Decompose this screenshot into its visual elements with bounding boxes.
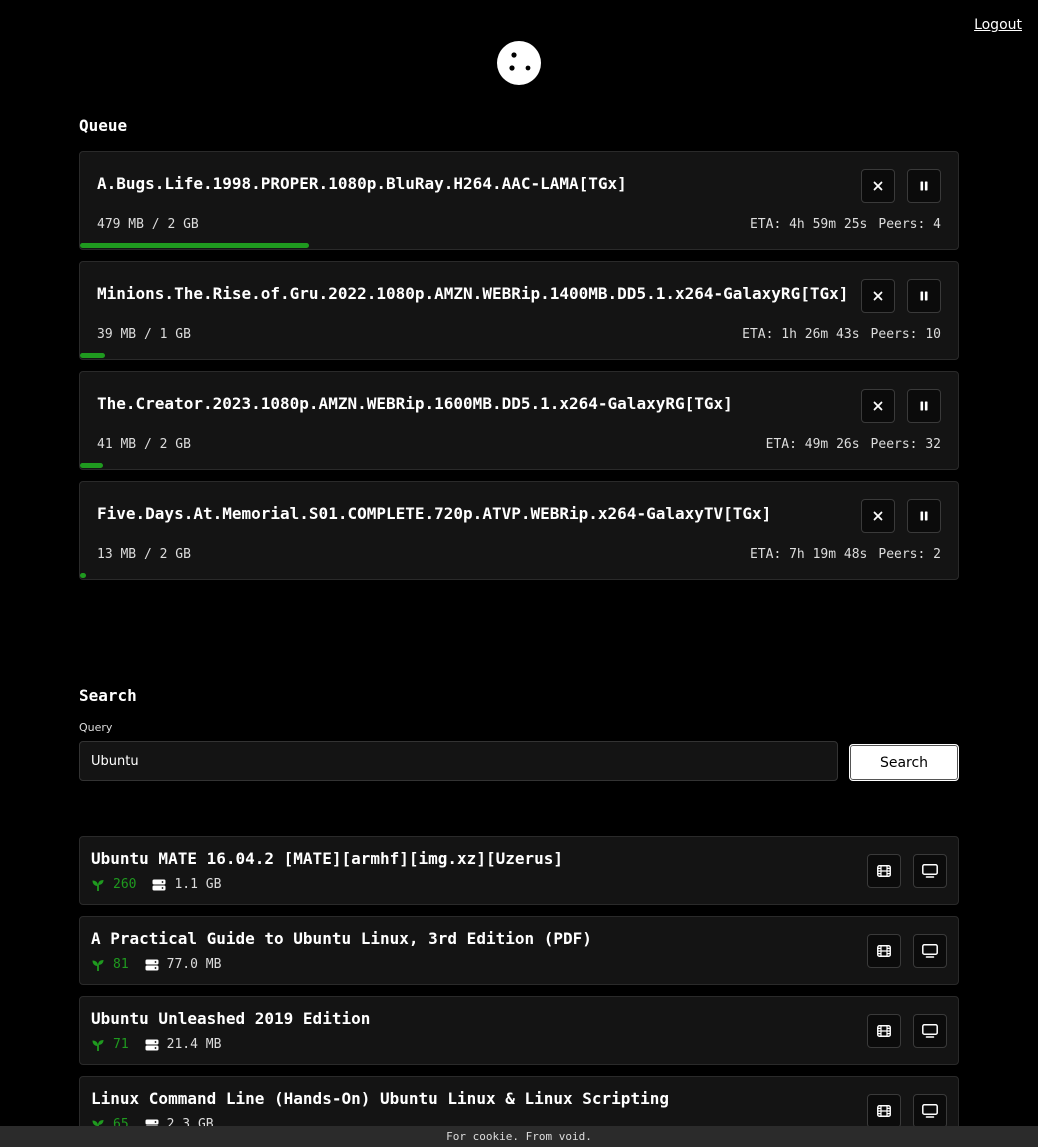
queue-item-size: 41 MB / 2 GB (97, 437, 191, 452)
queue-item-actions (861, 499, 941, 533)
monitor-icon (922, 1024, 938, 1038)
queue-item: Minions.The.Rise.of.Gru.2022.1080p.AMZN.… (79, 261, 959, 360)
monitor-icon (922, 944, 938, 958)
cancel-button[interactable] (861, 389, 895, 423)
progress-bar (80, 353, 105, 358)
queue-item: A.Bugs.Life.1998.PROPER.1080p.BluRay.H26… (79, 151, 959, 250)
result-size: 1.1 GB (174, 877, 222, 892)
footer: For cookie. From void. (0, 1126, 1038, 1147)
queue-item-stats: ETA: 1h 26m 43s Peers: 10 (742, 327, 941, 342)
add-movie-button[interactable] (867, 854, 901, 888)
add-movie-button[interactable] (867, 1094, 901, 1128)
film-icon (877, 865, 891, 877)
search-input[interactable] (79, 741, 838, 781)
queue-item-name: Minions.The.Rise.of.Gru.2022.1080p.AMZN.… (97, 284, 849, 303)
queue-item-eta: ETA: 7h 19m 48s (749, 547, 868, 562)
search-result: Ubuntu Unleashed 2019 Edition 71 21.4 MB (79, 996, 959, 1065)
queue-item-peers: Peers: 10 (870, 327, 941, 342)
close-icon (873, 291, 883, 301)
pause-icon (920, 181, 928, 191)
seedling-icon (92, 879, 104, 891)
monitor-icon (922, 1104, 938, 1118)
cancel-button[interactable] (861, 279, 895, 313)
queue-item-name: A.Bugs.Life.1998.PROPER.1080p.BluRay.H26… (97, 174, 627, 193)
search-result: A Practical Guide to Ubuntu Linux, 3rd E… (79, 916, 959, 985)
result-meta: 71 21.4 MB (91, 1037, 221, 1052)
queue-item: The.Creator.2023.1080p.AMZN.WEBRip.1600M… (79, 371, 959, 470)
queue-item-name: Five.Days.At.Memorial.S01.COMPLETE.720p.… (97, 504, 772, 523)
progress-bar (80, 463, 103, 468)
pause-icon (920, 291, 928, 301)
drive-icon (145, 959, 159, 970)
queue-item-actions (861, 279, 941, 313)
result-seeds: 260 (113, 877, 137, 892)
logout-link[interactable]: Logout (974, 17, 1022, 33)
result-size: 77.0 MB (166, 957, 222, 972)
pause-button[interactable] (907, 279, 941, 313)
queue-item-size: 479 MB / 2 GB (97, 217, 199, 232)
close-icon (873, 511, 883, 521)
result-meta: 81 77.0 MB (91, 957, 221, 972)
queue-item-stats: ETA: 49m 26s Peers: 32 (766, 437, 941, 452)
queue-item-actions (861, 169, 941, 203)
result-seeds: 71 (113, 1037, 129, 1052)
result-name: Ubuntu MATE 16.04.2 [MATE][armhf][img.xz… (91, 849, 564, 868)
pause-button[interactable] (907, 169, 941, 203)
progress-bar (80, 243, 309, 248)
queue-item-eta: ETA: 4h 59m 25s (749, 217, 868, 232)
queue-item-stats: ETA: 4h 59m 25s Peers: 4 (750, 217, 941, 232)
seedling-icon (92, 959, 104, 971)
close-icon (873, 401, 883, 411)
add-tv-button[interactable] (913, 934, 947, 968)
result-name: Linux Command Line (Hands-On) Ubuntu Lin… (91, 1089, 669, 1108)
pause-button[interactable] (907, 389, 941, 423)
queue-item-eta: ETA: 1h 26m 43s (742, 327, 860, 342)
add-tv-button[interactable] (913, 1094, 947, 1128)
queue-item-actions (861, 389, 941, 423)
add-movie-button[interactable] (867, 934, 901, 968)
drive-icon (145, 1039, 159, 1050)
film-icon (877, 1105, 891, 1117)
queue-item-size: 39 MB / 1 GB (97, 327, 191, 342)
result-name: Ubuntu Unleashed 2019 Edition (91, 1009, 371, 1028)
close-icon (873, 181, 883, 191)
result-actions (867, 854, 947, 888)
queue-item-eta: ETA: 49m 26s (765, 437, 860, 452)
add-tv-button[interactable] (913, 854, 947, 888)
pause-icon (920, 401, 928, 411)
search-title: Search (79, 686, 137, 705)
result-actions (867, 934, 947, 968)
result-name: A Practical Guide to Ubuntu Linux, 3rd E… (91, 929, 592, 948)
query-label: Query (79, 721, 113, 734)
cancel-button[interactable] (861, 169, 895, 203)
film-icon (877, 1025, 891, 1037)
result-size: 21.4 MB (166, 1037, 222, 1052)
cookie-icon (497, 41, 541, 85)
progress-bar (80, 573, 87, 578)
queue-title: Queue (79, 116, 128, 135)
queue-item-peers: Peers: 32 (870, 437, 941, 452)
queue-item-peers: Peers: 4 (878, 217, 941, 232)
result-meta: 260 1.1 GB (91, 877, 221, 892)
add-movie-button[interactable] (867, 1014, 901, 1048)
queue-item-size: 13 MB / 2 GB (97, 547, 191, 562)
queue-item: Five.Days.At.Memorial.S01.COMPLETE.720p.… (79, 481, 959, 580)
film-icon (877, 945, 891, 957)
result-actions (867, 1094, 947, 1128)
monitor-icon (922, 864, 938, 878)
search-result: Ubuntu MATE 16.04.2 [MATE][armhf][img.xz… (79, 836, 959, 905)
add-tv-button[interactable] (913, 1014, 947, 1048)
search-button[interactable]: Search (849, 744, 959, 781)
queue-item-name: The.Creator.2023.1080p.AMZN.WEBRip.1600M… (97, 394, 733, 413)
queue-item-peers: Peers: 2 (878, 547, 941, 562)
drive-icon (152, 879, 166, 890)
pause-button[interactable] (907, 499, 941, 533)
cancel-button[interactable] (861, 499, 895, 533)
result-seeds: 81 (113, 957, 129, 972)
pause-icon (920, 511, 928, 521)
queue-item-stats: ETA: 7h 19m 48s Peers: 2 (750, 547, 941, 562)
result-actions (867, 1014, 947, 1048)
footer-text: For cookie. From void. (446, 1130, 592, 1143)
seedling-icon (92, 1039, 104, 1051)
